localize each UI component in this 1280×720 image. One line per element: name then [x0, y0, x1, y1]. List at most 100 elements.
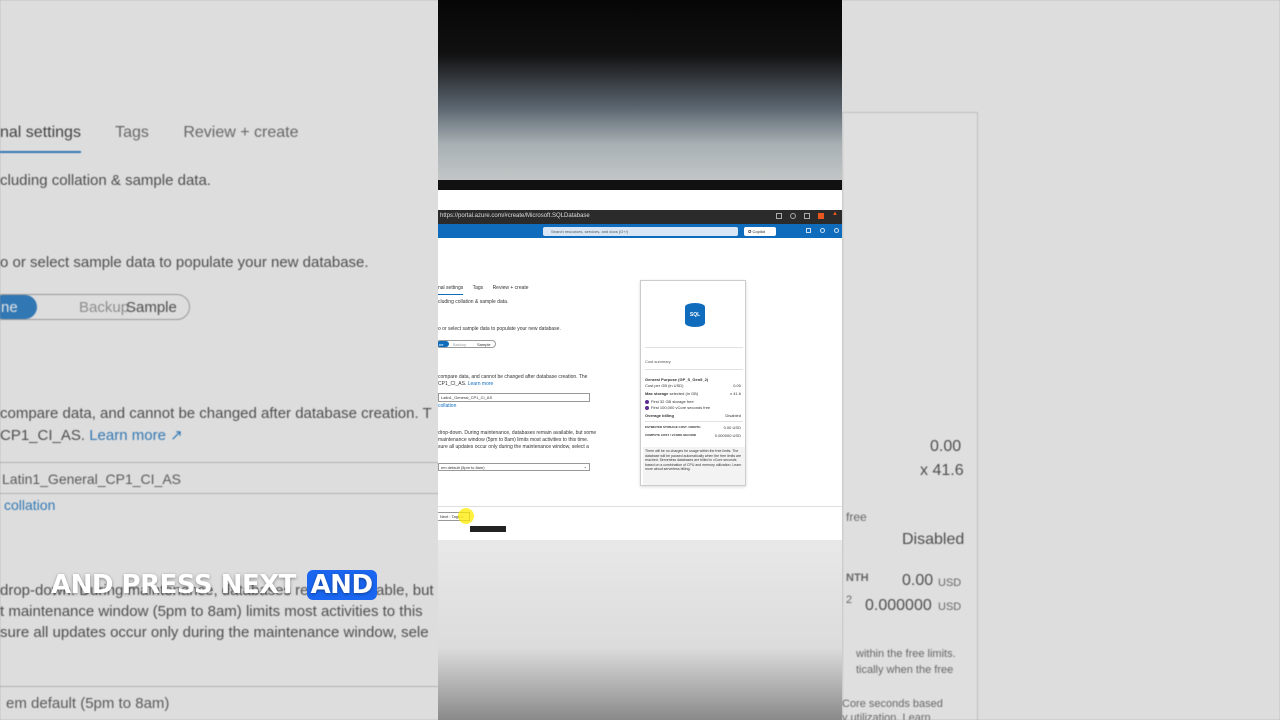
maintenance-window-select[interactable]: em default (5pm to 8am) ⌄	[438, 463, 590, 471]
learn-more-link[interactable]: Learn more	[468, 381, 494, 387]
bg-note-2: tically when the free	[856, 664, 954, 676]
cost-summary-title: Cost summary	[645, 359, 671, 364]
bg-data-source-text: o or select sample data to populate your…	[0, 254, 369, 271]
bg-compute-value: 0.000000	[865, 597, 932, 614]
bg-note-4: y utilization. Learn	[842, 712, 931, 720]
video-column: https://portal.azure.com/#create/Microso…	[438, 0, 842, 720]
share-icon[interactable]	[804, 213, 810, 219]
bg-collation-link: collation	[4, 497, 56, 513]
maintenance-text-2: maintenance window (5pm to 8am) limits m…	[438, 437, 589, 443]
cost-per-gb-value: 0.00	[733, 383, 741, 388]
settings-icon[interactable]	[820, 228, 825, 233]
max-storage-label: Max storage	[645, 391, 669, 396]
browser-address-bar[interactable]: https://portal.azure.com/#create/Microso…	[438, 210, 842, 224]
billing-note: There will be no charges for usage withi…	[643, 447, 745, 485]
collation-field[interactable]: Latin1_General_CP1_CI_AS	[438, 393, 590, 402]
free-badge-icon	[645, 399, 649, 404]
tooltip	[470, 526, 506, 532]
bg-collation-text: compare data, and cannot be changed afte…	[0, 405, 432, 422]
free-badge-icon	[645, 405, 649, 410]
bg-footnote-mark: 2	[846, 594, 853, 606]
screen-recording: https://portal.azure.com/#create/Microso…	[438, 190, 842, 540]
bg-storage-value: x 41.6	[920, 462, 964, 479]
data-source-text: o or select sample data to populate your…	[438, 326, 561, 332]
est-storage-cost-value: 0.00	[723, 425, 732, 430]
bg-note-1: within the free limits.	[856, 648, 956, 660]
bottom-footage	[438, 540, 842, 720]
free-storage-text: First 32 GB storage free	[651, 399, 694, 404]
toggle-backup[interactable]: Backup	[453, 342, 466, 347]
bg-toggle-sample: Sample	[126, 299, 177, 316]
video-frame: nal settings Tags Review + create cludin…	[0, 0, 1280, 720]
cast-icon[interactable]	[776, 213, 782, 219]
bg-free-text: free	[846, 510, 867, 524]
brave-rewards-icon[interactable]: ▲	[832, 211, 838, 217]
create-sql-database-form: nal settings Tags Review + create cludin…	[438, 238, 842, 540]
tab-review-create[interactable]: Review + create	[493, 285, 529, 291]
overage-billing-label: Overage billing	[645, 413, 674, 418]
bg-maint-field: em default (5pm to 8am)	[0, 686, 440, 718]
toggle-sample[interactable]: Sample	[477, 342, 491, 347]
collation-description-2: CP1_CI_AS.	[438, 381, 467, 387]
compute-cost-value: 0.000000	[714, 433, 732, 438]
footer-divider	[438, 506, 842, 507]
azure-top-bar: Search resources, services, and docs (G+…	[438, 224, 842, 238]
bg-toggle-none: ne	[1, 299, 18, 316]
tab-additional-settings[interactable]: nal settings	[438, 285, 464, 295]
bg-est-label: NTH	[846, 572, 869, 584]
sky-footage	[438, 0, 842, 180]
find-collation-link[interactable]: collation	[438, 403, 456, 409]
tab-tags[interactable]: Tags	[473, 285, 484, 291]
est-storage-cost-label: ESTIMATED STORAGE COST / MONTH	[645, 425, 701, 429]
zoom-icon[interactable]	[790, 213, 796, 219]
max-storage-value: x 41.6	[730, 391, 741, 396]
bg-intro-text: cluding collation & sample data.	[0, 172, 211, 189]
sql-database-icon: SQL	[685, 303, 705, 327]
collation-description: compare data, and cannot be changed afte…	[438, 374, 588, 380]
toggle-none[interactable]: ne	[439, 342, 443, 347]
bg-tab-additional-settings: nal settings	[0, 124, 81, 153]
cost-per-gb-label: Cost per GB (in USD)	[645, 383, 684, 388]
wizard-tabs: nal settings Tags Review + create	[438, 285, 537, 295]
bg-note-3: Core seconds based	[842, 698, 943, 710]
maintenance-text-1: drop-down. During maintenance, databases…	[438, 430, 597, 436]
caption-highlight-word: AND	[306, 570, 377, 600]
help-icon[interactable]	[834, 228, 839, 233]
cursor-highlight	[458, 508, 474, 524]
bg-maint-text-3: sure all updates occur only during the m…	[0, 624, 429, 641]
max-storage-note: selected (in GB)	[669, 391, 699, 396]
bg-overage-value: Disabled	[902, 531, 965, 548]
bg-compute-unit: USD	[938, 601, 962, 613]
overage-billing-value: Disabled	[725, 413, 741, 418]
bg-summary-card	[842, 112, 978, 720]
tier-name: General Purpose (GP_S_Gen5_2)	[645, 377, 709, 382]
data-source-toggle[interactable]: ne Backup Sample	[438, 340, 496, 348]
est-storage-cost-unit: USD	[732, 425, 741, 430]
brave-shield-icon[interactable]	[818, 213, 824, 219]
notifications-icon[interactable]	[806, 228, 811, 233]
search-input[interactable]: Search resources, services, and docs (G+…	[543, 227, 738, 236]
bg-external-link-icon: ↗	[165, 427, 183, 444]
caption-text: AND PRESS NEXT	[51, 570, 297, 600]
maintenance-text-3: sure all updates occur only during the m…	[438, 444, 589, 450]
intro-text: cluding collation & sample data.	[438, 299, 509, 305]
bg-data-source-toggle: ne Backup Sample	[0, 294, 190, 320]
compute-cost-label: COMPUTE COST / VCORE SECOND	[645, 433, 697, 437]
url-text: https://portal.azure.com/#create/Microso…	[440, 213, 590, 219]
copilot-button[interactable]: ✪ Copilot	[744, 227, 776, 236]
chevron-down-icon: ⌄	[583, 464, 587, 469]
bg-collation-field: Latin1_General_CP1_CI_AS	[0, 462, 440, 494]
bg-tab-review: Review + create	[183, 124, 299, 141]
compute-cost-unit: USD	[732, 433, 741, 438]
bg-toggle-backup: Backup	[79, 299, 130, 316]
bg-tab-row: nal settings Tags Review + create	[0, 124, 329, 153]
bg-est-unit: USD	[938, 577, 962, 589]
cost-summary-card: SQL Cost summary General Purpose (GP_S_G…	[640, 280, 746, 486]
free-vcore-text: First 100,000 vCore seconds free	[651, 405, 711, 410]
bg-cost-value: 0.00	[930, 438, 962, 455]
subtitle-caption: AND PRESS NEXT AND	[51, 570, 377, 616]
bg-collation-value-text: CP1_CI_AS.	[0, 427, 86, 444]
bg-tab-tags: Tags	[115, 124, 149, 141]
bg-learn-more-link: Learn more	[89, 427, 166, 444]
bg-est-value: 0.00	[902, 572, 934, 589]
